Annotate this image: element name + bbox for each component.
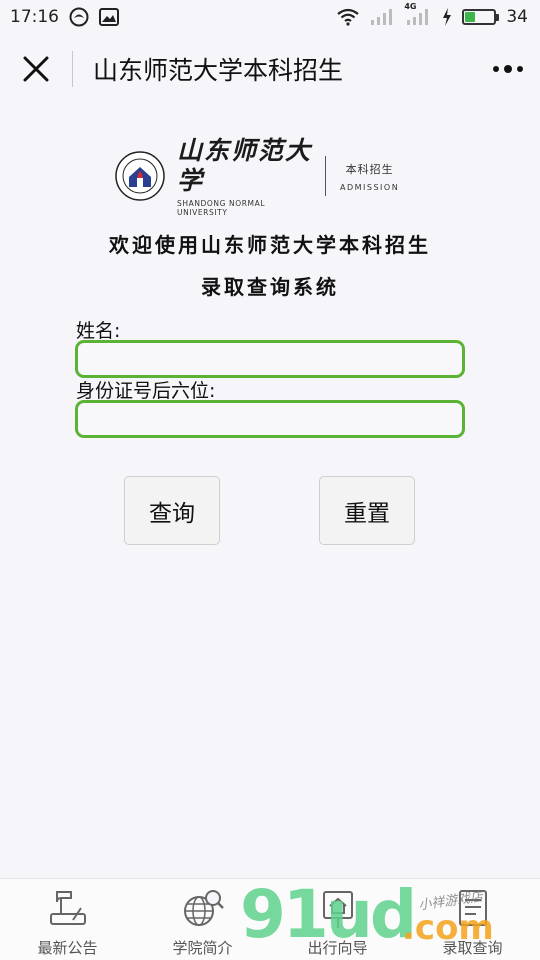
document-icon xyxy=(451,887,495,931)
more-options-button[interactable] xyxy=(476,34,540,104)
admission-label-en: ADMISSION xyxy=(340,182,400,192)
more-dot-icon xyxy=(517,66,523,72)
tab-label: 最新公告 xyxy=(37,939,98,957)
tab-label: 学院简介 xyxy=(172,939,233,957)
more-dot-icon xyxy=(493,66,499,72)
id-suffix-label: 身份证号后六位: xyxy=(76,380,216,402)
status-bar: 17:16 4G 34 xyxy=(0,0,540,34)
charging-icon xyxy=(442,8,452,26)
tab-label: 录取查询 xyxy=(442,939,503,957)
logo-divider xyxy=(325,156,326,196)
tab-label: 出行向导 xyxy=(307,939,368,957)
more-dot-icon xyxy=(504,65,512,73)
name-input[interactable] xyxy=(75,340,465,378)
query-button[interactable]: 查询 xyxy=(124,476,220,545)
signal-2-icon: 4G xyxy=(404,2,432,26)
reset-button[interactable]: 重置 xyxy=(319,476,415,545)
status-time: 17:16 xyxy=(10,7,59,27)
system-heading: 录取查询系统 xyxy=(201,275,339,299)
page-title: 山东师范大学本科招生 xyxy=(93,56,344,85)
wifi-icon xyxy=(336,8,360,26)
name-label: 姓名: xyxy=(76,320,121,342)
image-notification-icon xyxy=(99,8,119,26)
battery-level: 34 xyxy=(506,7,528,27)
gramophone-icon xyxy=(46,887,90,931)
app-notification-icon xyxy=(69,7,89,27)
battery-icon xyxy=(462,9,500,25)
close-button[interactable] xyxy=(0,34,72,104)
tab-admission-query[interactable]: 录取查询 xyxy=(405,879,540,960)
university-name-en: SHANDONG NORMAL UNIVERSITY xyxy=(177,198,266,217)
welcome-heading: 欢迎使用山东师范大学本科招生 xyxy=(109,233,431,257)
tab-announcements[interactable]: 最新公告 xyxy=(0,879,135,960)
tab-travel-guide[interactable]: 出行向导 xyxy=(270,879,405,960)
university-name-cn: 山东师范大学 xyxy=(177,135,313,195)
id-suffix-input[interactable] xyxy=(75,400,465,438)
network-type-label: 4G xyxy=(404,2,417,11)
nav-bar: 山东师范大学本科招生 xyxy=(0,34,540,104)
signal-1-icon xyxy=(370,8,396,26)
bottom-tab-bar: 最新公告 学院简介 出行向导 录取查询 xyxy=(0,878,540,960)
home-route-icon xyxy=(316,887,360,931)
close-icon xyxy=(23,56,49,82)
tab-college-intro[interactable]: 学院简介 xyxy=(135,879,270,960)
nav-divider xyxy=(72,51,73,87)
admission-label-cn: 本科招生 xyxy=(345,162,394,176)
university-logo: 山东师范大学 SHANDONG NORMAL UNIVERSITY 本科招生 A… xyxy=(115,136,415,217)
university-seal-icon xyxy=(115,151,165,201)
globe-search-icon xyxy=(181,887,225,931)
